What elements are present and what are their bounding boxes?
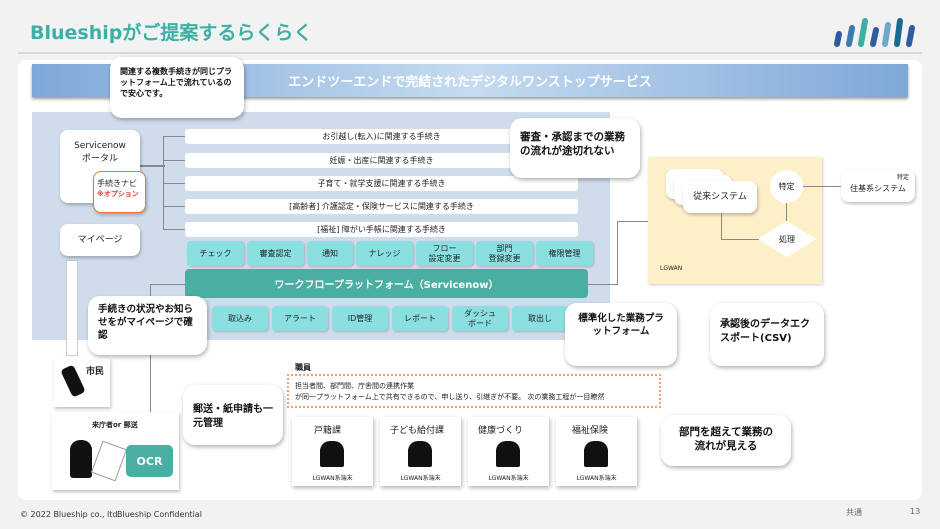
chip-dept-registration[interactable]: 部門 登録変更	[476, 241, 533, 266]
divider	[18, 52, 922, 54]
staff-pc-icon	[320, 441, 344, 467]
callout-dept: 部門を超えて業務の流れが見える	[661, 415, 791, 466]
juki-system[interactable]: 特定 住基系システム	[841, 170, 915, 202]
connector	[150, 284, 185, 285]
navi-label: 手続きナビ	[97, 179, 137, 188]
chip-permissions[interactable]: 権限管理	[536, 241, 593, 266]
dept-card: 福祉保険 LGWAN系端末	[556, 417, 637, 486]
legacy-system: 従来システム	[683, 181, 757, 213]
portal-label-2: ポータル	[81, 153, 118, 164]
chip-id-management[interactable]: ID管理	[332, 306, 388, 331]
chip-alert[interactable]: アラート	[272, 306, 328, 331]
staff-note-line2: が同一プラットフォーム上で共有できるので、申し送り、引継ぎが不要。 次の業務工程…	[295, 392, 605, 401]
portal-label: Servicenow	[74, 141, 126, 151]
chip-check[interactable]: チェック	[187, 241, 244, 266]
staff-label: 職員	[295, 363, 311, 372]
connector	[721, 213, 722, 239]
workflow-platform: ワークフロープラットフォーム（Servicenow）	[185, 269, 588, 298]
connector	[786, 203, 787, 221]
connector	[163, 206, 185, 207]
up-arrow-icon	[66, 260, 78, 356]
terminal-label: LGWAN系端末	[488, 475, 529, 482]
connector	[163, 229, 185, 230]
navi-box[interactable]: 手続きナビ ※オプション	[93, 171, 146, 213]
page-number: 13	[910, 507, 921, 516]
staff-note-line1: 担当者間、部門間、庁舎間の連携作業	[295, 382, 414, 390]
callout-review: 審査・承認までの業務の流れが途切れない	[510, 118, 640, 178]
chip-import[interactable]: 取込み	[212, 306, 268, 331]
smartphone-hand-icon	[60, 364, 86, 398]
chip-dashboard[interactable]: ダッシュ ボード	[452, 306, 508, 331]
dept-card: 戸籍課 LGWAN系端末	[292, 417, 373, 486]
connector	[617, 221, 648, 222]
paper-form-icon	[90, 440, 128, 482]
copyright: © 2022 Blueship co., ltd.	[20, 510, 120, 519]
citizen-box: 市民	[54, 358, 110, 407]
staff-pc-icon	[408, 441, 432, 467]
connector	[721, 239, 759, 240]
procedure-row[interactable]: 子育て・就学支援に関連する手続き	[185, 176, 578, 191]
visitor-icon	[70, 440, 92, 478]
callout-export: 承認後のデータエクスポート(CSV)	[710, 303, 824, 366]
connector	[163, 183, 185, 184]
visitor-label: 来庁者or 郵送	[92, 421, 138, 429]
mypage-box[interactable]: マイページ	[60, 224, 140, 256]
staff-note: 担当者間、部門間、庁舎間の連携作業 が同一プラットフォーム上で共有できるので、申…	[287, 374, 661, 408]
callout-same-platform: 関連する複数手続きが同じプラットフォーム上で流れているので安心です。	[110, 57, 244, 118]
ocr-box[interactable]: OCR	[126, 445, 173, 477]
callout-standard: 標準化した業務プラットフォーム	[565, 303, 677, 366]
page-title: Blueshipがご提案するらくらく	[30, 22, 313, 44]
blueship-logo	[834, 18, 915, 47]
chip-export[interactable]: 取出し	[512, 306, 568, 331]
chip-flow-settings[interactable]: フロー 設定変更	[416, 241, 473, 266]
juki-tag: 特定	[896, 174, 909, 181]
option-label: ※オプション	[97, 190, 139, 198]
dept-card: 子ども給付課 LGWAN系端末	[380, 417, 461, 486]
staff-pc-icon	[496, 441, 520, 467]
staff-pc-icon	[584, 441, 608, 467]
connector	[163, 136, 185, 137]
connector	[803, 186, 841, 187]
chip-notify[interactable]: 通知	[307, 241, 353, 266]
dept-name: 戸籍課	[314, 426, 342, 436]
chip-report[interactable]: レポート	[392, 306, 448, 331]
chip-knowledge[interactable]: ナレッジ	[356, 241, 413, 266]
connector	[617, 221, 618, 285]
dept-card: 健康づくり LGWAN系端末	[468, 417, 549, 486]
visitor-box: 来庁者or 郵送 OCR	[52, 412, 179, 490]
procedure-row[interactable]: [高齢者] 介護認定・保険サービスに関連する手続き	[185, 199, 578, 214]
connector	[163, 160, 185, 161]
connector	[588, 284, 618, 285]
chip-review[interactable]: 審査認定	[247, 241, 304, 266]
callout-mail: 郵送・紙申請も一元管理	[183, 385, 283, 445]
shori-node: 処理	[758, 221, 816, 257]
dept-name: 子ども給付課	[390, 426, 445, 436]
lgwan-label: LGWAN	[660, 265, 683, 272]
lgwan-area: 従来システム 特定 処理 LGWAN	[648, 157, 822, 284]
connector	[140, 165, 165, 167]
terminal-label: LGWAN系端末	[400, 475, 441, 482]
citizen-label: 市民	[86, 367, 105, 377]
juki-label: 住基系システム	[850, 184, 906, 193]
tokutei-node: 特定	[770, 170, 803, 203]
terminal-label: LGWAN系端末	[312, 475, 353, 482]
category: 共通	[846, 508, 862, 517]
procedure-row[interactable]: [福祉] 障がい手帳に関連する手続き	[185, 222, 578, 237]
callout-mypage: 手続きの状況やお知らせをがマイページで確認	[88, 296, 207, 355]
dept-name: 福祉保険	[572, 426, 609, 436]
confidential: Blueship Confidential	[117, 510, 202, 519]
terminal-label: LGWAN系端末	[576, 475, 617, 482]
dept-name: 健康づくり	[478, 426, 524, 436]
